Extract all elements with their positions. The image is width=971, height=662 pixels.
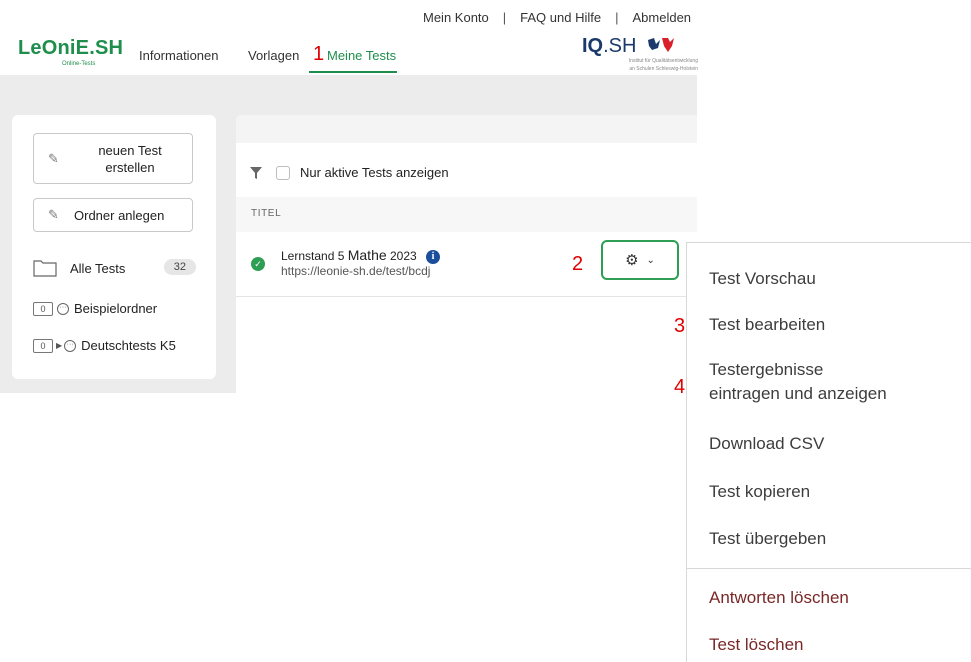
active-filter: Nur aktive Tests anzeigen — [250, 165, 449, 180]
folder-item[interactable]: 0 ··· Beispielordner — [33, 301, 157, 316]
active-only-checkbox[interactable] — [276, 165, 290, 180]
folder-icon: 0 — [33, 301, 53, 316]
expand-arrow-icon[interactable]: ▶ — [56, 341, 62, 350]
all-tests-count-badge: 32 — [163, 259, 196, 275]
logo-wordmark: LeOniE.SH — [18, 37, 124, 59]
menu-item-testergebnisse[interactable]: Testergebnisse eintragen und anzeigen — [709, 358, 887, 406]
annotation-marker-1: 1 — [313, 43, 325, 65]
menu-item-test-loeschen[interactable]: Test löschen — [709, 633, 804, 657]
logo-subtitle: Online-Tests — [62, 61, 96, 67]
panel-toolbar — [236, 115, 697, 143]
main-content: ✎ neuen Test erstellen ✎ Ordner anlegen … — [0, 75, 697, 393]
menu-item-label-line-1: Testergebnisse — [709, 360, 824, 379]
test-title-part: 2023 — [390, 249, 417, 263]
pencil-icon: ✎ — [48, 150, 59, 166]
partner-logo-bold: IQ — [582, 35, 604, 57]
create-folder-label: Ordner anlegen — [74, 207, 165, 223]
filter-icon — [250, 166, 262, 179]
annotation-marker-3: 3 — [674, 315, 686, 337]
tests-panel: Nur aktive Tests anzeigen TITEL ✓ Lernst… — [236, 115, 697, 393]
create-folder-button[interactable]: ✎ Ordner anlegen — [33, 198, 193, 232]
folder-item[interactable]: 0 ▶ ··· Deutschtests K5 — [33, 338, 176, 353]
test-title-part: Mathe — [347, 247, 387, 263]
logo[interactable]: LeOniE.SH Online-Tests — [18, 37, 124, 67]
nav-informationen[interactable]: Informationen — [139, 48, 219, 63]
active-tab-indicator — [309, 71, 397, 73]
new-test-button[interactable]: ✎ neuen Test erstellen — [33, 133, 193, 184]
menu-item-test-bearbeiten[interactable]: Test bearbeiten — [709, 313, 825, 337]
active-only-label: Nur aktive Tests anzeigen — [300, 165, 449, 180]
logout-link[interactable]: Abmelden — [632, 10, 691, 25]
test-actions-button[interactable]: ⚙ ⌄ — [601, 240, 679, 280]
annotation-marker-2: 2 — [572, 253, 584, 275]
partner-logo: IQ.SH Institut für Qualitätsentwicklung … — [582, 36, 698, 72]
table-row[interactable]: ✓ Lernstand 5 Mathe 2023 i https://leoni… — [236, 232, 697, 297]
folder-icon — [33, 260, 57, 277]
pencil-icon: ✎ — [48, 207, 59, 222]
partner-tagline-2: an Schulen Schleswig-Holstein — [629, 66, 698, 72]
separator: | — [502, 10, 507, 25]
check-icon: ✓ — [251, 257, 265, 271]
test-title: Lernstand 5 Mathe 2023 i — [281, 247, 441, 264]
annotation-marker-4: 4 — [674, 376, 686, 398]
top-links: Mein Konto | FAQ und Hilfe | Abmelden — [423, 10, 691, 25]
sidebar: ✎ neuen Test erstellen ✎ Ordner anlegen … — [12, 115, 216, 379]
menu-item-test-kopieren[interactable]: Test kopieren — [709, 480, 810, 504]
menu-divider — [687, 568, 971, 569]
actions-dropdown-menu: Test Vorschau Test bearbeiten Testergebn… — [686, 242, 971, 662]
more-options-icon[interactable]: ··· — [64, 339, 77, 352]
test-title-part: Lernstand 5 — [281, 249, 345, 263]
nav-vorlagen[interactable]: Vorlagen — [248, 48, 299, 63]
all-tests-item[interactable]: Alle Tests 32 — [33, 256, 196, 280]
menu-item-antworten-loeschen[interactable]: Antworten löschen — [709, 586, 849, 610]
gear-icon: ⚙ — [625, 252, 639, 269]
separator: | — [615, 10, 619, 25]
more-options-icon[interactable]: ··· — [57, 302, 69, 315]
info-icon[interactable]: i — [426, 250, 441, 264]
header: LeOniE.SH Online-Tests Informationen Vor… — [0, 30, 700, 75]
faq-link[interactable]: FAQ und Hilfe — [520, 10, 601, 25]
chevron-down-icon: ⌄ — [646, 254, 655, 266]
all-tests-label: Alle Tests — [70, 260, 126, 276]
menu-item-test-vorschau[interactable]: Test Vorschau — [709, 267, 816, 291]
new-test-label-1: neuen Test — [98, 142, 162, 158]
folder-name: Beispielordner — [74, 301, 158, 316]
menu-item-test-uebergeben[interactable]: Test übergeben — [709, 527, 826, 551]
new-test-label-2: erstellen — [105, 159, 155, 175]
crest-icon — [648, 38, 675, 52]
test-url[interactable]: https://leonie-sh.de/test/bcdj — [281, 264, 430, 278]
menu-item-download-csv[interactable]: Download CSV — [709, 432, 824, 456]
nav-meine-tests[interactable]: Meine Tests — [327, 48, 396, 63]
column-header-title[interactable]: TITEL — [236, 197, 697, 232]
account-link[interactable]: Mein Konto — [423, 10, 489, 25]
partner-logo-light: .SH — [603, 35, 637, 57]
folder-name: Deutschtests K5 — [81, 338, 176, 353]
menu-item-label-line-2: eintragen und anzeigen — [709, 384, 887, 403]
folder-icon: 0 — [33, 338, 53, 353]
partner-tagline-1: Institut für Qualitätsentwicklung — [628, 58, 698, 64]
